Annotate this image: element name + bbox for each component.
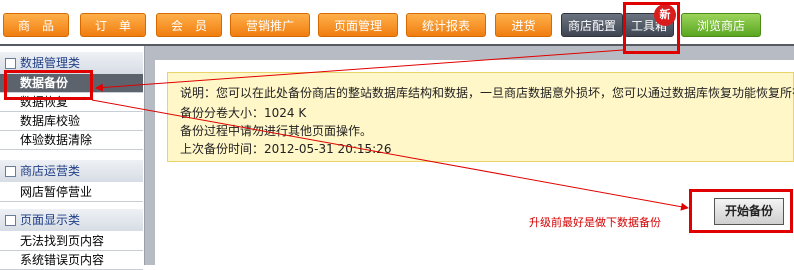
nav-orders[interactable]: 订 单 [80,13,146,37]
notice-volume-size: 备份分卷大小：1024 K [180,106,307,120]
collapse-box-icon [5,215,16,226]
sidebar-item-demo-data-clear[interactable]: 体验数据清除 [0,131,143,150]
sidebar-section-page-display[interactable]: 页面显示类 [0,209,143,231]
nav-reports[interactable]: 统计报表 [406,13,486,37]
annotation-box-data-backup [4,70,93,100]
nav-page-management[interactable]: 页面管理 [318,13,398,37]
sidebar-item-db-check[interactable]: 数据库校验 [0,112,143,131]
sidebar-section-store-operations[interactable]: 商店运营类 [0,160,143,182]
annotation-box-start-button [689,189,793,233]
nav-store-config[interactable]: 商店配置 [561,13,623,37]
sidebar-item-not-found-page[interactable]: 无法找到页内容 [0,232,143,251]
collapse-box-icon [5,166,16,177]
nav-members[interactable]: 会 员 [156,13,222,37]
sidebar-item-store-pause[interactable]: 网店暂停营业 [0,183,143,202]
notice-description: 说明：您可以在此处备份商店的整站数据库结构和数据，一旦商店数据意外损坏，您可以通… [180,86,794,100]
notice-warning: 备份过程中请勿进行其他页面操作。 [180,124,373,138]
nav-marketing[interactable]: 营销推广 [230,13,310,37]
notice-last-backup: 上次备份时间：2012-05-31 20:15:26 [180,142,392,156]
nav-browse-store[interactable]: 浏览商店 [681,13,761,37]
annotation-hint: 升级前最好是做下数据备份 [529,216,661,229]
nav-purchasing[interactable]: 进货 [495,13,552,37]
annotation-box-toolbox [623,2,680,54]
sidebar-item-error-page[interactable]: 系统错误页内容 [0,251,143,270]
collapse-box-icon [5,58,16,69]
backup-notice: 说明：您可以在此处备份商店的整站数据库结构和数据，一旦商店数据意外损坏，您可以通… [167,72,794,162]
nav-products[interactable]: 商 品 [3,13,69,37]
